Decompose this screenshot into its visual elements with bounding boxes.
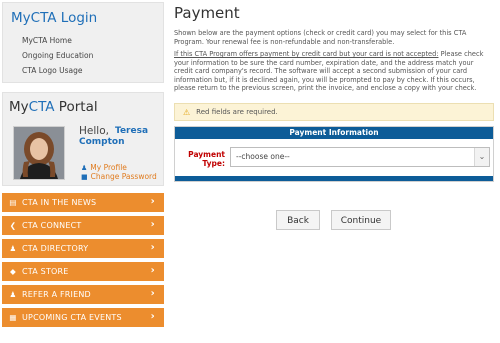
mycta-login-panel: MyCTA Login MyCTA Home Ongoing Education… (2, 2, 164, 83)
greeting: Hello, (79, 125, 109, 137)
chevron-right-icon: › (150, 242, 155, 253)
payment-information-header: Payment Information (175, 127, 493, 139)
cta-logo-usage-link[interactable]: CTA Logo Usage (22, 66, 83, 75)
portal-title-accent: CTA (28, 99, 55, 115)
calendar-icon: ▦ (9, 313, 17, 322)
user-plus-icon: ♟ (9, 290, 17, 299)
user-first-name: Teresa (115, 126, 149, 136)
warning-icon: ⚠ (183, 107, 191, 117)
my-profile-link[interactable]: ♟ My Profile (81, 163, 127, 172)
change-password-label: Change Password (90, 172, 157, 181)
nav-upcoming-cta-events[interactable]: ▦ UPCOMING CTA EVENTS › (2, 308, 164, 327)
users-icon: ♟ (9, 244, 17, 253)
chevron-right-icon: › (150, 196, 155, 207)
back-button[interactable]: Back (276, 210, 320, 230)
continue-button[interactable]: Continue (331, 210, 391, 230)
payment-intro: Shown below are the payment options (che… (174, 29, 467, 46)
required-fields-text: Red fields are required. (196, 108, 278, 116)
page-title: Payment (174, 4, 240, 22)
payment-type-label-line2: Type: (202, 159, 225, 168)
my-profile-label: My Profile (90, 163, 127, 172)
mycta-home-link[interactable]: MyCTA Home (22, 36, 72, 45)
portal-title-prefix: My (9, 99, 29, 115)
lock-icon: ■ (81, 173, 88, 181)
nav-cta-connect[interactable]: ❮ CTA CONNECT › (2, 216, 164, 235)
payment-type-select[interactable]: --choose one-- ⌄ (230, 147, 490, 167)
portal-title: MyCTA Portal (9, 99, 98, 115)
payment-type-label: Payment Type: (183, 150, 225, 168)
payment-information-panel: Payment Information Payment Type: --choo… (174, 126, 494, 182)
payment-type-label-line1: Payment (188, 150, 225, 159)
nav-label: CTA IN THE NEWS (22, 198, 97, 207)
nav-cta-in-the-news[interactable]: ▤ CTA IN THE NEWS › (2, 193, 164, 212)
payment-panel-footer (175, 176, 493, 181)
nav-label: CTA DIRECTORY (22, 244, 89, 253)
tag-icon: ◆ (10, 267, 16, 276)
ongoing-education-link[interactable]: Ongoing Education (22, 51, 93, 60)
nav-label: CTA CONNECT (22, 221, 82, 230)
nav-cta-directory[interactable]: ♟ CTA DIRECTORY › (2, 239, 164, 258)
chevron-right-icon: › (150, 265, 155, 276)
avatar (13, 126, 65, 180)
payment-type-selected-value: --choose one-- (236, 152, 290, 161)
change-password-link[interactable]: ■ Change Password (81, 172, 157, 181)
nav-label: CTA STORE (22, 267, 69, 276)
mycta-portal-panel: MyCTA Portal Hello, Teresa Compton ♟ My P… (2, 92, 164, 186)
nav-refer-a-friend[interactable]: ♟ REFER A FRIEND › (2, 285, 164, 304)
payment-notice-underlined: If this CTA Program offers payment by cr… (174, 50, 439, 58)
share-icon: ❮ (9, 221, 17, 230)
payment-form-body: Payment Type: --choose one-- ⌄ (175, 139, 493, 177)
chevron-right-icon: › (150, 288, 155, 299)
login-panel-title: MyCTA Login (11, 10, 98, 26)
chevron-right-icon: › (150, 219, 155, 230)
nav-label: REFER A FRIEND (22, 290, 91, 299)
nav-label: UPCOMING CTA EVENTS (22, 313, 122, 322)
chevron-right-icon: › (150, 311, 155, 322)
chevron-down-icon: ⌄ (474, 148, 489, 166)
payment-notice: If this CTA Program offers payment by cr… (174, 50, 494, 93)
user-last-name: Compton (79, 137, 125, 147)
newspaper-icon: ▤ (9, 198, 17, 207)
nav-cta-store[interactable]: ◆ CTA STORE › (2, 262, 164, 281)
required-fields-alert: ⚠ Red fields are required. (174, 103, 494, 121)
user-icon: ♟ (81, 164, 88, 172)
portal-title-suffix: Portal (54, 99, 98, 115)
